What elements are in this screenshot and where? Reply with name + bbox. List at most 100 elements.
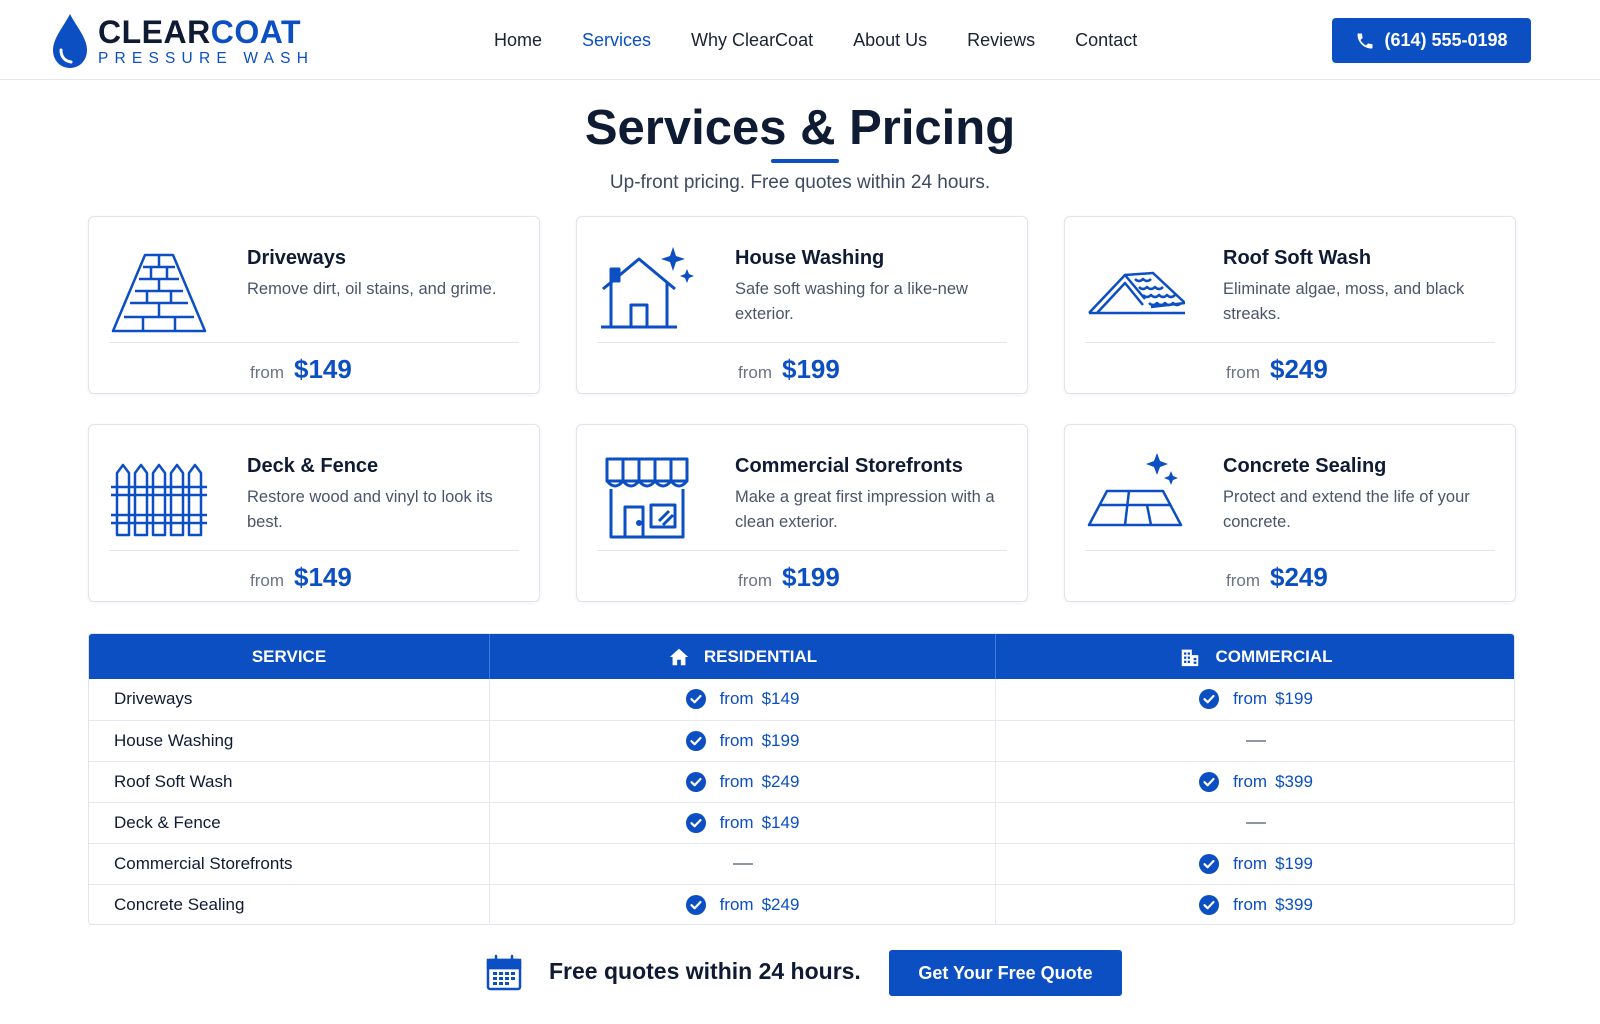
building-icon bbox=[1182, 649, 1199, 666]
price-amount: $149 bbox=[294, 562, 352, 592]
table-header: SERVICE RESIDENTIAL COMMERCIAL bbox=[89, 634, 1514, 679]
card-divider bbox=[1085, 550, 1495, 551]
table-row: Roof Soft Wash from $249 from $399 bbox=[89, 761, 1514, 802]
price-from-label: from bbox=[250, 363, 284, 382]
row-residential-price: from $249 bbox=[490, 885, 995, 924]
price-from-label: from bbox=[1233, 854, 1268, 873]
driveway-icon bbox=[111, 253, 207, 333]
page-subtitle: Up-front pricing. Free quotes within 24 … bbox=[609, 172, 991, 193]
storefront-icon bbox=[605, 457, 689, 539]
table-row: Driveways from $149 from $199 bbox=[89, 679, 1514, 720]
card-title: Concrete Sealing bbox=[1223, 455, 1387, 477]
row-service-name: Roof Soft Wash bbox=[114, 772, 233, 791]
nav-about-us[interactable]: About Us bbox=[853, 29, 927, 51]
table-row: Deck & Fence from $149 bbox=[89, 802, 1514, 843]
get-free-quote-button[interactable]: Get Your Free Quote bbox=[889, 950, 1122, 996]
card-description: Restore wood and vinyl to look its best. bbox=[247, 488, 493, 531]
price-from-label: from bbox=[250, 571, 284, 590]
price-amount: $249 bbox=[1270, 562, 1328, 592]
card-title: Driveways bbox=[247, 247, 346, 269]
row-service-name: Commercial Storefronts bbox=[114, 854, 293, 873]
fence-icon bbox=[111, 463, 207, 537]
price-from-label: from bbox=[1226, 363, 1260, 382]
table-row: Commercial Storefronts from $199 bbox=[89, 843, 1514, 884]
nav-services[interactable]: Services bbox=[582, 29, 651, 51]
nav-home[interactable]: Home bbox=[494, 29, 542, 51]
concrete-sparkle-icon bbox=[1087, 453, 1183, 527]
card-description: Eliminate algae, moss, and black streaks… bbox=[1223, 280, 1465, 323]
check-circle-icon bbox=[1199, 895, 1220, 915]
nav-why-clearcoat[interactable]: Why ClearCoat bbox=[691, 29, 813, 51]
service-card-roof-soft-wash[interactable]: Roof Soft Wash Eliminate algae, moss, an… bbox=[1064, 216, 1516, 394]
house-sparkle-icon bbox=[601, 247, 694, 329]
row-service-name: Deck & Fence bbox=[114, 813, 221, 832]
card-price: from $249 bbox=[1226, 562, 1328, 593]
brand-logo[interactable]: CLEARCOAT PRESSURE WASH bbox=[50, 12, 314, 70]
card-title: Commercial Storefronts bbox=[735, 455, 963, 477]
price-amount: $399 bbox=[1275, 895, 1313, 914]
card-divider bbox=[597, 342, 1007, 343]
home-icon bbox=[669, 648, 688, 665]
price-amount: $249 bbox=[761, 895, 800, 914]
header-service-label: SERVICE bbox=[251, 646, 327, 666]
price-from-label: from bbox=[738, 571, 772, 590]
table-row: Concrete Sealing from $249 from $399 bbox=[89, 884, 1514, 924]
check-circle-icon bbox=[685, 895, 706, 915]
header-commercial-label: COMMERCIAL bbox=[1215, 646, 1333, 666]
price-amount: $399 bbox=[1275, 772, 1313, 791]
page-title: Services & Pricing bbox=[584, 101, 1016, 155]
price-amount: $249 bbox=[761, 772, 800, 791]
header-commercial: COMMERCIAL bbox=[996, 634, 1514, 679]
card-description: Remove dirt, oil stains, and grime. bbox=[247, 280, 497, 298]
site-header: CLEARCOAT PRESSURE WASH Home Services Wh… bbox=[0, 0, 1600, 80]
row-commercial-price: from $399 bbox=[996, 885, 1514, 924]
card-price: from $149 bbox=[250, 354, 352, 385]
service-card-concrete-sealing[interactable]: Concrete Sealing Protect and extend the … bbox=[1064, 424, 1516, 602]
check-circle-icon bbox=[685, 813, 706, 833]
brand-tagline: PRESSURE WASH bbox=[98, 49, 315, 67]
price-amount: $249 bbox=[1270, 354, 1328, 384]
price-from-label: from bbox=[738, 363, 772, 382]
price-from-label: from bbox=[719, 731, 754, 750]
service-card-deck-fence[interactable]: Deck & Fence Restore wood and vinyl to l… bbox=[88, 424, 540, 602]
phone-button[interactable]: (614) 555-0198 bbox=[1332, 18, 1531, 63]
service-card-house-washing[interactable]: House Washing Safe soft washing for a li… bbox=[576, 216, 1028, 394]
price-from-label: from bbox=[719, 895, 754, 914]
price-from-label: from bbox=[719, 689, 754, 708]
price-amount: $199 bbox=[761, 731, 800, 750]
card-divider bbox=[1085, 342, 1495, 343]
row-service-name: Driveways bbox=[114, 689, 193, 708]
row-residential-price: from $199 bbox=[490, 721, 995, 761]
row-service-name: House Washing bbox=[114, 731, 234, 750]
card-divider bbox=[597, 550, 1007, 551]
service-card-commercial-storefronts[interactable]: Commercial Storefronts Make a great firs… bbox=[576, 424, 1028, 602]
nav-contact[interactable]: Contact bbox=[1075, 29, 1137, 51]
brand-name: CLEARCOAT bbox=[98, 13, 301, 50]
service-card-driveways[interactable]: Driveways Remove dirt, oil stains, and g… bbox=[88, 216, 540, 394]
price-amount: $149 bbox=[294, 354, 352, 384]
header-service: SERVICE bbox=[89, 634, 489, 679]
row-service-name: Concrete Sealing bbox=[114, 895, 245, 914]
price-from-label: from bbox=[719, 772, 754, 791]
card-title: Deck & Fence bbox=[247, 455, 379, 477]
main-nav: Home Services Why ClearCoat About Us Rev… bbox=[494, 29, 1177, 51]
card-divider bbox=[109, 342, 519, 343]
card-price: from $199 bbox=[738, 562, 840, 593]
header-residential-label: RESIDENTIAL bbox=[703, 646, 818, 666]
table-row: House Washing from $199 bbox=[89, 720, 1514, 761]
card-description: Make a great first impression with a cle… bbox=[735, 488, 995, 531]
card-divider bbox=[109, 550, 519, 551]
price-amount: $199 bbox=[1275, 854, 1313, 873]
price-from-label: from bbox=[1226, 571, 1260, 590]
not-available-dash bbox=[1246, 740, 1266, 742]
cta-text: Free quotes within 24 hours. bbox=[549, 958, 861, 984]
header-residential: RESIDENTIAL bbox=[490, 634, 995, 679]
check-circle-icon bbox=[1199, 854, 1220, 874]
calendar-icon bbox=[486, 954, 522, 991]
card-price: from $199 bbox=[738, 354, 840, 385]
nav-reviews[interactable]: Reviews bbox=[967, 29, 1035, 51]
cta-bar: Free quotes within 24 hours. Get Your Fr… bbox=[0, 950, 1600, 998]
row-residential-price bbox=[490, 844, 995, 884]
row-commercial-price: from $199 bbox=[996, 844, 1514, 884]
card-title: House Washing bbox=[735, 247, 885, 269]
